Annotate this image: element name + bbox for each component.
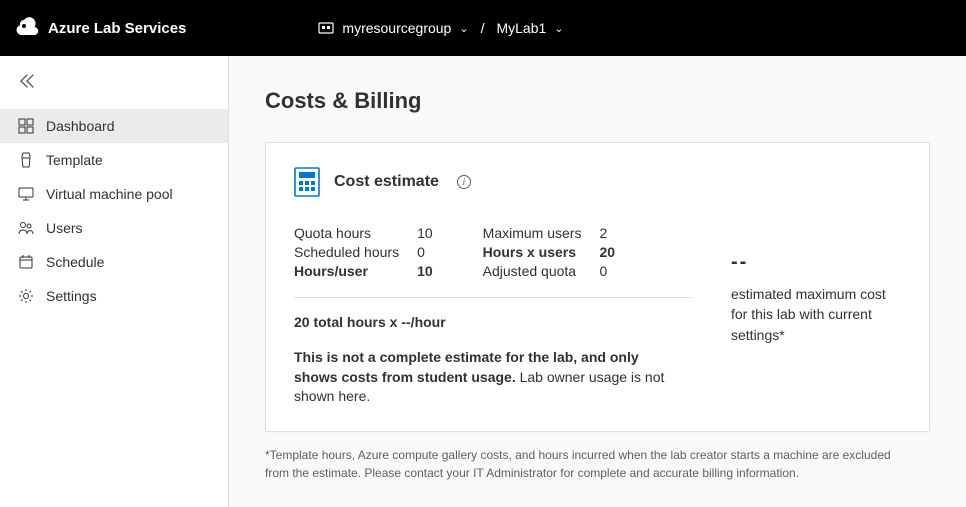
cost-formula: 20 total hours x --/hour xyxy=(294,314,691,330)
scheduled-hours-value: 0 xyxy=(417,244,433,260)
sidebar-item-label: Virtual machine pool xyxy=(46,186,173,202)
max-users-value: 2 xyxy=(599,225,615,241)
product-logo[interactable]: Azure Lab Services xyxy=(16,16,186,40)
sidebar-item-label: Settings xyxy=(46,288,97,304)
users-icon xyxy=(18,220,34,236)
dashboard-icon xyxy=(18,118,34,134)
breadcrumb-separator: / xyxy=(481,20,485,36)
main-content: Costs & Billing Cost estimate i Quota ho… xyxy=(229,56,966,507)
azure-logo-icon xyxy=(16,16,40,40)
product-name: Azure Lab Services xyxy=(48,20,186,37)
sidebar-collapse-button[interactable] xyxy=(0,64,228,109)
page-title: Costs & Billing xyxy=(265,88,930,114)
sidebar-item-label: Schedule xyxy=(46,254,104,270)
hours-x-users-label: Hours x users xyxy=(483,244,582,260)
sidebar-item-vm-pool[interactable]: Virtual machine pool xyxy=(0,177,228,211)
sidebar-item-label: Dashboard xyxy=(46,118,115,134)
footnote: *Template hours, Azure compute gallery c… xyxy=(265,446,930,482)
adjusted-quota-label: Adjusted quota xyxy=(483,263,582,279)
sidebar: Dashboard Template Virtual machine pool … xyxy=(0,56,229,507)
breadcrumb-lab[interactable]: MyLab1 ⌄ xyxy=(496,20,563,36)
scheduled-hours-label: Scheduled hours xyxy=(294,244,399,260)
sidebar-item-users[interactable]: Users xyxy=(0,211,228,245)
template-icon xyxy=(18,152,34,168)
sidebar-item-label: Users xyxy=(46,220,83,236)
top-bar: Azure Lab Services myresourcegroup ⌄ / M… xyxy=(0,0,966,56)
sidebar-item-dashboard[interactable]: Dashboard xyxy=(0,109,228,143)
quota-hours-label: Quota hours xyxy=(294,225,399,241)
cost-estimate-card: Cost estimate i Quota hours 10 Scheduled… xyxy=(265,142,930,432)
breadcrumb-rg-label: myresourcegroup xyxy=(342,20,451,36)
chevron-down-icon: ⌄ xyxy=(554,22,563,35)
adjusted-quota-value: 0 xyxy=(599,263,615,279)
gear-icon xyxy=(18,288,34,304)
quota-hours-value: 10 xyxy=(417,225,433,241)
sidebar-item-settings[interactable]: Settings xyxy=(0,279,228,313)
resource-group-icon xyxy=(318,20,334,36)
hours-per-user-value: 10 xyxy=(417,263,433,279)
metrics-column-left: Quota hours 10 Scheduled hours 0 Hours/u… xyxy=(294,225,433,279)
breadcrumb-resource-group[interactable]: myresourcegroup ⌄ xyxy=(318,20,468,36)
cost-summary: -- estimated maximum cost for this lab w… xyxy=(731,225,901,345)
estimated-cost-value: -- xyxy=(731,251,901,274)
chevron-down-icon: ⌄ xyxy=(459,22,468,35)
hours-x-users-value: 20 xyxy=(599,244,615,260)
estimated-cost-text: estimated maximum cost for this lab with… xyxy=(731,284,901,345)
metrics-column-right: Maximum users 2 Hours x users 20 Adjuste… xyxy=(483,225,615,279)
sidebar-item-template[interactable]: Template xyxy=(0,143,228,177)
info-icon[interactable]: i xyxy=(457,175,471,189)
sidebar-item-label: Template xyxy=(46,152,103,168)
max-users-label: Maximum users xyxy=(483,225,582,241)
hours-per-user-label: Hours/user xyxy=(294,263,399,279)
monitor-icon xyxy=(18,186,34,202)
calculator-icon xyxy=(294,167,320,197)
estimate-note: This is not a complete estimate for the … xyxy=(294,348,674,407)
calendar-icon xyxy=(18,254,34,270)
breadcrumb-lab-label: MyLab1 xyxy=(496,20,546,36)
breadcrumb: myresourcegroup ⌄ / MyLab1 ⌄ xyxy=(318,20,563,36)
card-title: Cost estimate xyxy=(334,173,439,191)
sidebar-item-schedule[interactable]: Schedule xyxy=(0,245,228,279)
